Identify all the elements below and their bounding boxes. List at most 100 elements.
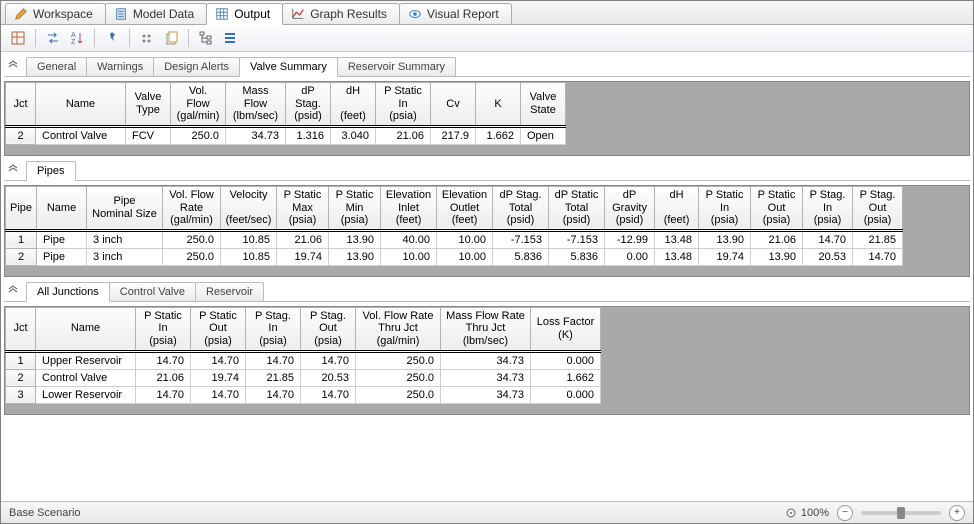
- col-dp-static[interactable]: dP Static Total (psid): [549, 186, 605, 230]
- sub-tabs: Pipes: [26, 161, 75, 180]
- zoom-reset[interactable]: 100%: [785, 507, 829, 519]
- toolbar-btn-list[interactable]: [219, 27, 241, 49]
- pin-icon: [104, 30, 120, 46]
- col-pstag-in[interactable]: P Stag. In (psia): [803, 186, 853, 230]
- zoom-in-button[interactable]: +: [949, 505, 965, 521]
- svg-text:A: A: [71, 32, 76, 39]
- panel-head: General Warnings Design Alerts Valve Sum…: [4, 54, 970, 77]
- col-vol-flow[interactable]: Vol. Flow Rate (gal/min): [163, 186, 221, 230]
- table-row[interactable]: 1 Upper Reservoir 14.70 14.70 14.70 14.7…: [6, 351, 601, 369]
- col-dp-stag[interactable]: dP Stag. (psid): [286, 83, 331, 127]
- cell-pstatic-in: 21.06: [376, 126, 431, 144]
- table-row[interactable]: 2 Pipe 3 inch 250.0 10.85 19.74 13.90 10…: [6, 248, 903, 265]
- tab-visual-report[interactable]: Visual Report: [399, 3, 512, 24]
- col-vol-flow[interactable]: Vol. Flow Rate Thru Jct (gal/min): [356, 307, 441, 351]
- col-mass-flow[interactable]: Mass Flow (lbm/sec): [226, 83, 286, 127]
- col-pstatic-max[interactable]: P Static Max (psia): [277, 186, 329, 230]
- subtab-all-junctions[interactable]: All Junctions: [26, 282, 110, 302]
- zoom-controls: 100% − +: [785, 505, 965, 521]
- cell: 2: [6, 369, 36, 386]
- col-pstatic-min[interactable]: P Static Min (psia): [329, 186, 381, 230]
- col-pstag-out[interactable]: P Stag. Out (psia): [301, 307, 356, 351]
- col-loss-factor[interactable]: Loss Factor (K): [531, 307, 601, 351]
- col-pstatic-in[interactable]: P Static In (psia): [136, 307, 191, 351]
- collapse-button[interactable]: [4, 54, 22, 76]
- subtab-label: General: [37, 61, 76, 73]
- col-vol-flow[interactable]: Vol. Flow (gal/min): [171, 83, 226, 127]
- col-mass-flow[interactable]: Mass Flow Rate Thru Jct (lbm/sec): [441, 307, 531, 351]
- collapse-button[interactable]: [4, 279, 22, 301]
- cell: 10.00: [437, 230, 493, 248]
- table-row[interactable]: 3 Lower Reservoir 14.70 14.70 14.70 14.7…: [6, 386, 601, 403]
- tab-workspace[interactable]: Workspace: [5, 3, 106, 24]
- valve-table-container[interactable]: Jct Name Valve Type Vol. Flow (gal/min) …: [4, 81, 970, 156]
- table-row[interactable]: 1 Pipe 3 inch 250.0 10.85 21.06 13.90 40…: [6, 230, 903, 248]
- col-valve-type[interactable]: Valve Type: [126, 83, 171, 127]
- toolbar-btn-6[interactable]: [160, 27, 182, 49]
- col-pstatic-in[interactable]: P Static In (psia): [376, 83, 431, 127]
- subtab-design-alerts[interactable]: Design Alerts: [153, 57, 240, 76]
- col-pstag-in[interactable]: P Stag. In (psia): [246, 307, 301, 351]
- col-elev-in[interactable]: Elevation Inlet (feet): [381, 186, 437, 230]
- subtab-warnings[interactable]: Warnings: [86, 57, 154, 76]
- panel-head: Pipes: [4, 158, 970, 181]
- toolbar-btn-transfer[interactable]: [42, 27, 64, 49]
- subtab-control-valve[interactable]: Control Valve: [109, 282, 196, 301]
- table-row[interactable]: 2 Control Valve FCV 250.0 34.73 1.316 3.…: [6, 126, 566, 144]
- toolbar-btn-sort[interactable]: AZ: [66, 27, 88, 49]
- col-valve-state[interactable]: Valve State: [521, 83, 566, 127]
- col-cv[interactable]: Cv: [431, 83, 476, 127]
- col-jct[interactable]: Jct: [6, 307, 36, 351]
- junctions-table-container[interactable]: Jct Name P Static In (psia) P Static Out…: [4, 306, 970, 415]
- cell: Lower Reservoir: [36, 386, 136, 403]
- cell-jct: 2: [6, 126, 36, 144]
- col-pstag-out[interactable]: P Stag. Out (psia): [853, 186, 903, 230]
- pipes-table-container[interactable]: Pipe Name Pipe Nominal Size Vol. Flow Ra…: [4, 185, 970, 277]
- col-pipe[interactable]: Pipe: [6, 186, 37, 230]
- col-dh[interactable]: dH (feet): [655, 186, 699, 230]
- toolbar-btn-1[interactable]: [7, 27, 29, 49]
- subtab-general[interactable]: General: [26, 57, 87, 76]
- cell: 19.74: [191, 369, 246, 386]
- cell: 21.06: [751, 230, 803, 248]
- col-name[interactable]: Name: [37, 186, 87, 230]
- zoom-slider-thumb[interactable]: [897, 507, 905, 519]
- cell: 14.70: [301, 386, 356, 403]
- subtab-pipes[interactable]: Pipes: [26, 161, 76, 181]
- col-nominal[interactable]: Pipe Nominal Size: [87, 186, 163, 230]
- col-elev-out[interactable]: Elevation Outlet (feet): [437, 186, 493, 230]
- panel-head: All Junctions Control Valve Reservoir: [4, 279, 970, 302]
- col-dh[interactable]: dH (feet): [331, 83, 376, 127]
- pencil-icon: [14, 7, 28, 21]
- col-velocity[interactable]: Velocity (feet/sec): [221, 186, 277, 230]
- col-jct[interactable]: Jct: [6, 83, 36, 127]
- toolbar-btn-pin[interactable]: [101, 27, 123, 49]
- cell: 250.0: [163, 230, 221, 248]
- cell: Control Valve: [36, 369, 136, 386]
- collapse-button[interactable]: [4, 158, 22, 180]
- col-pstatic-in[interactable]: P Static In (psia): [699, 186, 751, 230]
- junctions-table: Jct Name P Static In (psia) P Static Out…: [5, 307, 601, 404]
- subtab-valve-summary[interactable]: Valve Summary: [239, 57, 338, 77]
- table-row[interactable]: 2 Control Valve 21.06 19.74 21.85 20.53 …: [6, 369, 601, 386]
- subtab-reservoir[interactable]: Reservoir: [195, 282, 264, 301]
- col-dp-gravity[interactable]: dP Gravity (psid): [605, 186, 655, 230]
- tab-model-data[interactable]: Model Data: [105, 3, 207, 24]
- col-pstatic-out[interactable]: P Static Out (psia): [191, 307, 246, 351]
- col-k[interactable]: K: [476, 83, 521, 127]
- col-dp-stag[interactable]: dP Stag. Total (psid): [493, 186, 549, 230]
- toolbar-btn-5[interactable]: [136, 27, 158, 49]
- cell: 13.48: [655, 248, 699, 265]
- cell-k: 1.662: [476, 126, 521, 144]
- tab-graph-results[interactable]: Graph Results: [282, 3, 400, 24]
- subtab-reservoir-summary[interactable]: Reservoir Summary: [337, 57, 456, 76]
- toolbar-btn-tree[interactable]: [195, 27, 217, 49]
- col-pstatic-out[interactable]: P Static Out (psia): [751, 186, 803, 230]
- main-tab-bar: Workspace Model Data Output Graph Result…: [1, 1, 973, 25]
- zoom-out-button[interactable]: −: [837, 505, 853, 521]
- tab-output[interactable]: Output: [206, 3, 283, 25]
- cell: 21.85: [853, 230, 903, 248]
- zoom-slider[interactable]: [861, 511, 941, 515]
- col-name[interactable]: Name: [36, 83, 126, 127]
- col-name[interactable]: Name: [36, 307, 136, 351]
